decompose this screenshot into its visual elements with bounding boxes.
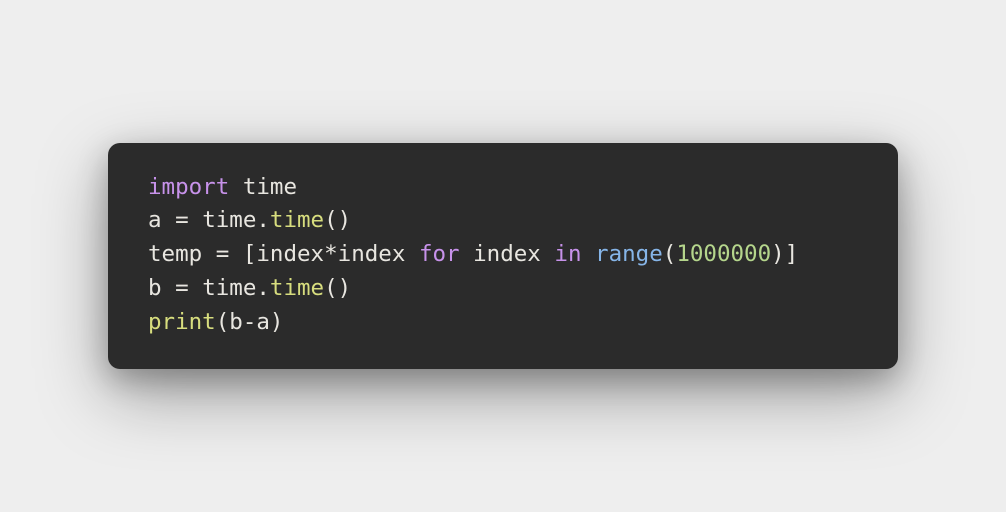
var-a: a: [148, 207, 162, 233]
equals: =: [216, 241, 230, 267]
space: [229, 174, 243, 200]
keyword-in: in: [554, 241, 581, 267]
space: [582, 241, 596, 267]
parens: (): [324, 275, 351, 301]
builtin-range: range: [595, 241, 663, 267]
code-content: import time a = time.time() temp = [inde…: [148, 171, 858, 340]
dot: .: [256, 275, 270, 301]
builtin-print: print: [148, 309, 216, 335]
star: *: [324, 241, 338, 267]
equals: =: [175, 275, 189, 301]
space: [460, 241, 474, 267]
loopvar-index: index: [473, 241, 541, 267]
number-literal: 1000000: [676, 241, 771, 267]
parens: (): [324, 207, 351, 233]
var-index: index: [338, 241, 406, 267]
right-paren: ): [771, 241, 785, 267]
right-bracket: ]: [785, 241, 799, 267]
left-bracket: [: [243, 241, 257, 267]
left-paren: (: [663, 241, 677, 267]
equals: =: [175, 207, 189, 233]
var-index: index: [256, 241, 324, 267]
var-b: b: [148, 275, 162, 301]
space: [541, 241, 555, 267]
left-paren: (: [216, 309, 230, 335]
method-time: time: [270, 275, 324, 301]
method-time: time: [270, 207, 324, 233]
space: [229, 241, 243, 267]
space: [189, 207, 203, 233]
module-time: time: [243, 174, 297, 200]
code-block: import time a = time.time() temp = [inde…: [108, 143, 898, 370]
object-time: time: [202, 207, 256, 233]
right-paren: ): [270, 309, 284, 335]
minus: -: [243, 309, 257, 335]
dot: .: [256, 207, 270, 233]
space: [162, 275, 176, 301]
var-temp: temp: [148, 241, 202, 267]
space: [162, 207, 176, 233]
keyword-for: for: [419, 241, 460, 267]
object-time: time: [202, 275, 256, 301]
space: [405, 241, 419, 267]
var-b: b: [229, 309, 243, 335]
var-a: a: [256, 309, 270, 335]
space: [202, 241, 216, 267]
space: [189, 275, 203, 301]
keyword-import: import: [148, 174, 229, 200]
